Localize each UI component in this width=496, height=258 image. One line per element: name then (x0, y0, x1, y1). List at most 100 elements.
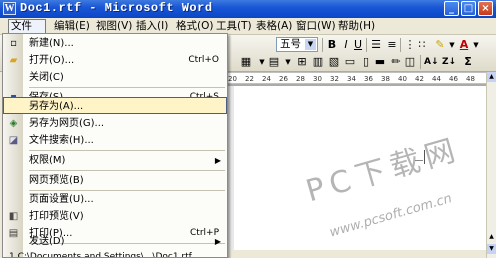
align-icon[interactable]: ▬ (374, 55, 386, 69)
menu-view[interactable]: 视图(V) (96, 20, 132, 34)
menu-item-permission[interactable]: 权限(M) ▶ (3, 152, 227, 169)
menu-insert[interactable]: 插入(I) (136, 20, 168, 34)
menu-item-shortcut: Ctrl+O (188, 55, 219, 65)
merge-cells-icon[interactable]: ▭ (344, 55, 356, 69)
ruler-tick: 36 (364, 75, 373, 83)
autosum-icon[interactable]: Σ (462, 55, 474, 69)
toolbar-separator (366, 38, 367, 52)
title-bar: W Doc1.rtf - Microsoft Word _ □ × (0, 0, 496, 18)
ruler-tick: 28 (296, 75, 305, 83)
scroll-down-icon[interactable]: ▼ (487, 244, 496, 254)
submenu-arrow-icon: ▶ (214, 237, 221, 246)
ruler-tick: 38 (381, 75, 390, 83)
toolbar-separator (322, 38, 323, 52)
menu-item-label: 新建(N)... (29, 38, 74, 49)
menu-item-print-preview[interactable]: ◧ 打印预览(V) (3, 208, 227, 225)
horizontal-scrollbar[interactable] (228, 250, 486, 258)
menu-item-save-as-web[interactable]: ◈ 另存为网页(G)... (3, 115, 227, 132)
new-doc-icon: ▫ (10, 38, 17, 49)
menu-separator (29, 170, 225, 171)
word-app-icon[interactable]: W (3, 2, 16, 15)
file-menu-dropdown: ▫ 新建(N)... ▰ 打开(O)... Ctrl+O 关闭(C) ▪ 保存(… (2, 33, 228, 258)
window-title: Doc1.rtf - Microsoft Word (20, 1, 213, 15)
border-icon[interactable]: ▦ (240, 55, 252, 69)
menu-item-page-setup[interactable]: 页面设置(U)... (3, 191, 227, 208)
sort-descending-icon[interactable]: Z↓ (442, 55, 456, 69)
menu-item-label: 发送(D) (29, 236, 65, 247)
ruler-tick: 46 (449, 75, 458, 83)
menu-item-send-to[interactable]: 发送(D) ▶ (3, 233, 227, 250)
sort-ascending-icon[interactable]: A↓ (424, 55, 439, 69)
italic-button[interactable]: I (340, 38, 352, 52)
menu-item-close[interactable]: 关闭(C) (3, 69, 227, 86)
menu-item-label: 另存为网页(G)... (29, 118, 105, 129)
toolbar-separator (420, 55, 421, 69)
menu-item-file-search[interactable]: ◪ 文件搜索(H)... (3, 132, 227, 149)
prev-page-icon[interactable]: ▲ (487, 232, 496, 242)
ruler-tick: 32 (330, 75, 339, 83)
bullets-icon[interactable]: ∷ (416, 38, 428, 52)
chevron-down-icon[interactable]: ▼ (305, 39, 316, 50)
chevron-down-icon[interactable]: ▼ (470, 38, 482, 52)
menu-item-new[interactable]: ▫ 新建(N)... (3, 35, 227, 52)
numbering-icon[interactable]: ⋮ (404, 38, 416, 52)
menu-item-open[interactable]: ▰ 打开(O)... Ctrl+O (3, 52, 227, 69)
font-color-button[interactable]: A (458, 38, 470, 52)
ruler-tick: 44 (432, 75, 441, 83)
print-preview-icon: ◧ (8, 211, 19, 222)
file-search-icon: ◪ (8, 135, 19, 146)
open-folder-icon: ▰ (9, 55, 18, 66)
chevron-down-icon[interactable]: ▼ (256, 55, 268, 69)
eraser-icon[interactable]: ◫ (404, 55, 416, 69)
draw-table-icon[interactable]: ▧ (328, 55, 340, 69)
menu-table[interactable]: 表格(A) (256, 20, 292, 34)
align-justify-icon[interactable]: ☰ (370, 38, 382, 52)
ruler-tick: 34 (347, 75, 356, 83)
ruler-tick: 24 (262, 75, 271, 83)
menu-tools[interactable]: 工具(T) (216, 20, 252, 34)
submenu-arrow-icon: ▶ (214, 156, 221, 165)
align-center-icon[interactable]: ≡ (386, 38, 398, 52)
menu-separator (29, 87, 225, 88)
ruler-tick: 40 (398, 75, 407, 83)
highlight-icon[interactable]: ✎ (434, 38, 446, 52)
close-button[interactable]: × (478, 1, 493, 16)
menu-item-label: 打开(O)... (29, 55, 75, 66)
font-size-select[interactable]: 五号 ▼ (276, 37, 318, 52)
ruler-tick: 30 (313, 75, 322, 83)
menu-help[interactable]: 帮助(H) (338, 20, 375, 34)
ruler-tick: 20 (228, 75, 237, 83)
menu-item-label: 权限(M) (29, 155, 66, 166)
table-icon[interactable]: ▤ (268, 55, 280, 69)
toolbar-separator (400, 38, 401, 52)
chevron-down-icon[interactable]: ▼ (446, 38, 458, 52)
bold-button[interactable]: B (326, 38, 338, 52)
vertical-scrollbar[interactable]: ▲ ▲ ▼ (486, 72, 496, 258)
draw-pen-icon[interactable]: ✏ (390, 55, 402, 69)
horizontal-ruler[interactable]: 20 22 24 26 28 30 32 34 36 38 40 42 44 4… (228, 72, 486, 84)
menu-item-label: 网页预览(B) (29, 175, 84, 186)
scroll-up-icon[interactable]: ▲ (487, 72, 496, 82)
chevron-down-icon[interactable]: ▼ (282, 55, 294, 69)
menu-item-save-as[interactable]: 另存为(A)... (3, 97, 227, 114)
underline-button[interactable]: U (352, 38, 364, 52)
menu-item-label: 打印预览(V) (29, 211, 84, 222)
ruler-tick: 22 (245, 75, 254, 83)
ruler-tick: 26 (279, 75, 288, 83)
menu-format[interactable]: 格式(O) (176, 20, 213, 34)
menu-item-label: 关闭(C) (29, 72, 64, 83)
menu-item-web-preview[interactable]: 网页预览(B) (3, 172, 227, 189)
menu-window[interactable]: 窗口(W) (296, 20, 336, 34)
ruler-tick: 42 (415, 75, 424, 83)
maximize-button[interactable]: □ (461, 1, 476, 16)
menu-item-recent-file[interactable]: 1 C:\Documents and Settings\...\Doc1.rtf (3, 249, 227, 258)
menu-edit[interactable]: 编辑(E) (54, 20, 90, 34)
insert-table-icon[interactable]: ⊞ (296, 55, 308, 69)
ruler-tick: 48 (466, 75, 475, 83)
menu-separator (29, 150, 225, 151)
font-size-value: 五号 (280, 38, 301, 50)
split-cells-icon[interactable]: ▯ (360, 55, 372, 69)
minimize-button[interactable]: _ (444, 1, 459, 16)
columns-icon[interactable]: ▥ (312, 55, 324, 69)
menu-item-label: 1 C:\Documents and Settings\...\Doc1.rtf (9, 252, 192, 258)
